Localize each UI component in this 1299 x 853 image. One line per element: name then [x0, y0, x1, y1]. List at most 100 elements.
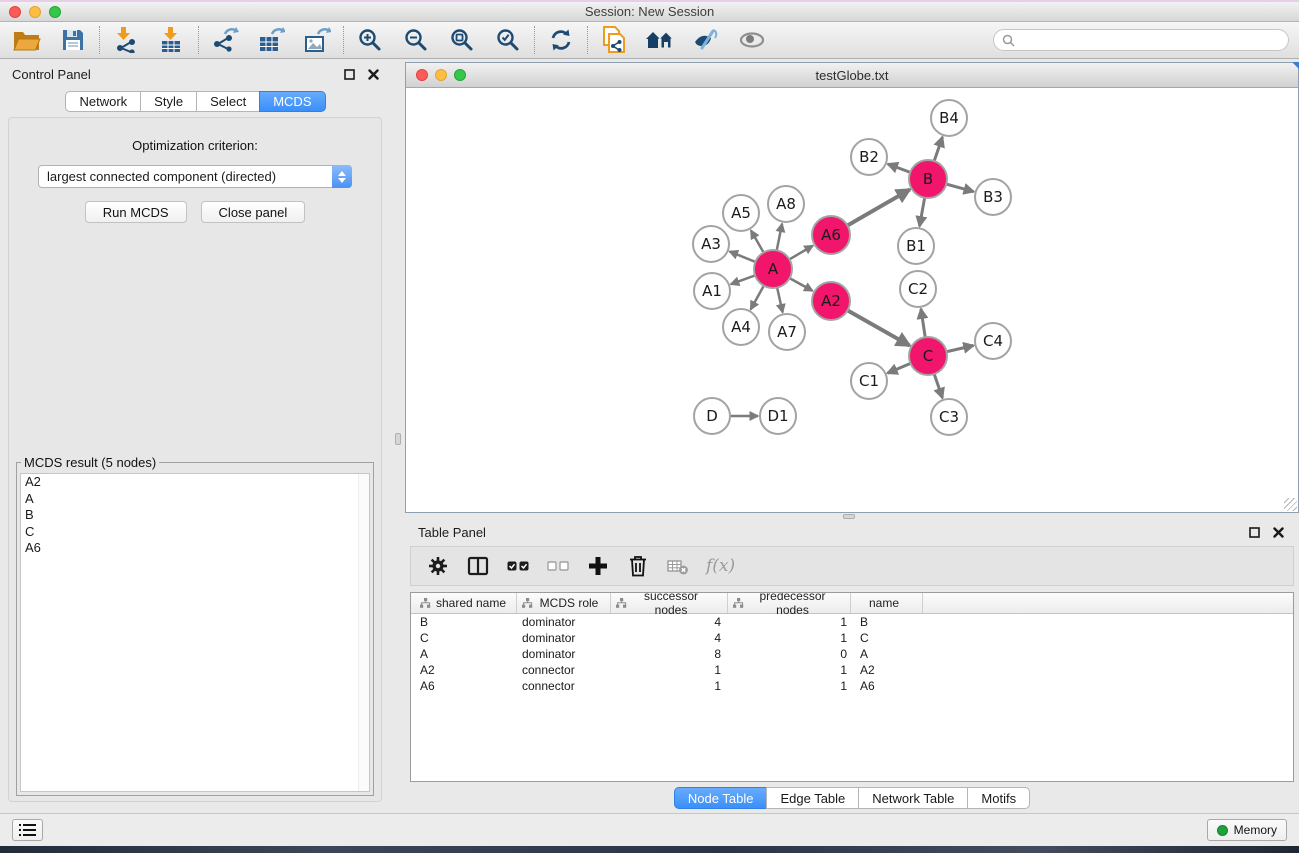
zoom-fit-button[interactable]	[445, 25, 479, 55]
delete-table-button[interactable]	[666, 554, 690, 578]
task-history-button[interactable]	[12, 819, 43, 841]
show-all-networks-button[interactable]	[643, 25, 677, 55]
graph-node-C4[interactable]: C4	[975, 323, 1011, 359]
network-graph: A A1 A2 A3 A4 A5 A6 A7 A8 B B1 B2 B3 B4 C C1 C2 C3 C4 D D1	[406, 88, 1298, 512]
scrollbar-track[interactable]	[358, 474, 369, 791]
deselect-all-columns-button[interactable]	[546, 554, 570, 578]
table-row[interactable]: Cdominator 41 C	[411, 630, 1293, 646]
zoom-out-icon	[404, 28, 428, 52]
graph-node-A8[interactable]: A8	[768, 186, 804, 222]
mcds-result-item[interactable]: A	[21, 491, 369, 508]
graph-node-C1[interactable]: C1	[851, 363, 887, 399]
column-type-icon	[733, 598, 744, 608]
show-network-view-button[interactable]	[735, 25, 769, 55]
add-column-button[interactable]	[586, 554, 610, 578]
select-all-columns-button[interactable]	[506, 554, 530, 578]
zoom-window-icon[interactable]	[49, 6, 61, 18]
close-panel-icon[interactable]	[1273, 527, 1284, 538]
graph-node-A3[interactable]: A3	[693, 226, 729, 262]
zoom-in-button[interactable]	[353, 25, 387, 55]
tab-mcds[interactable]: MCDS	[259, 91, 325, 112]
float-panel-icon[interactable]	[344, 69, 355, 80]
graph-node-D[interactable]: D	[694, 398, 730, 434]
minimize-window-icon[interactable]	[29, 6, 41, 18]
function-builder-button[interactable]: f(x)	[706, 556, 735, 576]
graph-node-A4[interactable]: A4	[723, 309, 759, 345]
table-row[interactable]: Bdominator 41 B	[411, 614, 1293, 630]
graph-node-label: A5	[731, 204, 751, 222]
duplicate-network-button[interactable]	[597, 25, 631, 55]
graph-node-C2[interactable]: C2	[900, 271, 936, 307]
export-network-button[interactable]	[208, 25, 242, 55]
search-input[interactable]	[1020, 33, 1280, 47]
table-settings-button[interactable]	[426, 554, 450, 578]
column-header-successor-nodes[interactable]: successor nodes	[611, 593, 728, 613]
open-session-button[interactable]	[10, 25, 44, 55]
zoom-selected-button[interactable]	[491, 25, 525, 55]
column-header-predecessor-nodes[interactable]: predecessor nodes	[728, 593, 851, 613]
graph-node-A[interactable]: A	[754, 250, 792, 288]
tab-select[interactable]: Select	[196, 91, 260, 112]
graph-node-B3[interactable]: B3	[975, 179, 1011, 215]
graph-node-C[interactable]: C	[909, 337, 947, 375]
graph-node-A2[interactable]: A2	[812, 282, 850, 320]
float-panel-icon[interactable]	[1249, 527, 1260, 538]
graph-node-B1[interactable]: B1	[898, 228, 934, 264]
mcds-result-item[interactable]: A6	[21, 540, 369, 557]
network-view-window: testGlobe.txt A A1 A2 A3 A4 A5 A6 A7 A8 B B1 B2 B3 B4…	[405, 62, 1299, 513]
graph-node-B2[interactable]: B2	[851, 139, 887, 175]
search-box[interactable]	[993, 29, 1289, 51]
import-network-button[interactable]	[109, 25, 143, 55]
save-session-button[interactable]	[56, 25, 90, 55]
graph-node-A1[interactable]: A1	[694, 273, 730, 309]
mcds-result-item[interactable]: B	[21, 507, 369, 524]
table-row[interactable]: A2connector 11 A2	[411, 662, 1293, 678]
close-panel-button[interactable]: Close panel	[201, 201, 306, 223]
graph-node-C3[interactable]: C3	[931, 399, 967, 435]
status-bar: Memory	[0, 813, 1299, 846]
delete-column-button[interactable]	[626, 554, 650, 578]
graph-node-D1[interactable]: D1	[760, 398, 796, 434]
graph-node-A7[interactable]: A7	[769, 314, 805, 350]
criterion-dropdown[interactable]: largest connected component (directed)	[38, 165, 352, 188]
mcds-panel: Optimization criterion: largest connecte…	[8, 117, 382, 802]
table-row[interactable]: Adominator 80 A	[411, 646, 1293, 662]
tab-network-table[interactable]: Network Table	[858, 787, 968, 809]
close-panel-icon[interactable]	[368, 69, 379, 80]
close-network-icon[interactable]	[416, 69, 428, 81]
export-table-button[interactable]	[254, 25, 288, 55]
memory-button[interactable]: Memory	[1207, 819, 1287, 841]
mcds-result-item[interactable]: A2	[21, 474, 369, 491]
tab-motifs[interactable]: Motifs	[967, 787, 1030, 809]
table-row[interactable]: A6connector 11 A6	[411, 678, 1293, 694]
vertical-splitter-handle[interactable]	[395, 433, 401, 445]
mcds-result-list[interactable]: A2 A B C A6	[20, 473, 370, 792]
tab-edge-table[interactable]: Edge Table	[766, 787, 859, 809]
refresh-button[interactable]	[544, 25, 578, 55]
export-image-button[interactable]	[300, 25, 334, 55]
split-columns-icon	[467, 556, 489, 576]
minimize-network-icon[interactable]	[435, 69, 447, 81]
column-header-shared-name[interactable]: shared name	[411, 593, 517, 613]
tab-style[interactable]: Style	[140, 91, 197, 112]
resize-grip-icon[interactable]	[1284, 498, 1297, 511]
plus-icon	[588, 556, 608, 576]
tab-network[interactable]: Network	[65, 91, 141, 112]
hide-network-view-button[interactable]	[689, 25, 723, 55]
import-table-button[interactable]	[155, 25, 189, 55]
network-window-titlebar[interactable]: testGlobe.txt	[406, 63, 1298, 88]
column-header-mcds-role[interactable]: MCDS role	[517, 593, 611, 613]
graph-node-B4[interactable]: B4	[931, 100, 967, 136]
close-window-icon[interactable]	[9, 6, 21, 18]
mcds-result-item[interactable]: C	[21, 524, 369, 541]
zoom-out-button[interactable]	[399, 25, 433, 55]
graph-node-A6[interactable]: A6	[812, 216, 850, 254]
split-view-button[interactable]	[466, 554, 490, 578]
graph-node-B[interactable]: B	[909, 160, 947, 198]
zoom-network-icon[interactable]	[454, 69, 466, 81]
graph-node-A5[interactable]: A5	[723, 195, 759, 231]
run-mcds-button[interactable]: Run MCDS	[85, 201, 187, 223]
network-canvas[interactable]: A A1 A2 A3 A4 A5 A6 A7 A8 B B1 B2 B3 B4 C C1 C2 C3 C4 D D1	[406, 88, 1298, 512]
column-header-name[interactable]: name	[851, 593, 923, 613]
tab-node-table[interactable]: Node Table	[674, 787, 768, 809]
